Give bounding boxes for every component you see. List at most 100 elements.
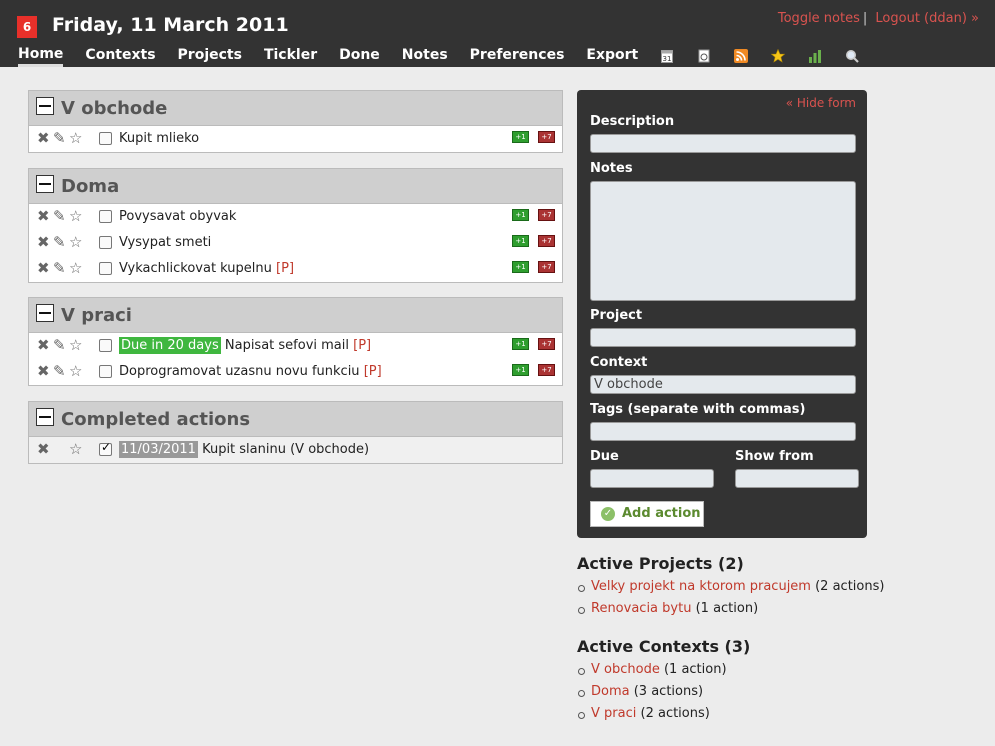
todo-text: Doprogramovat uzasnu novu funkciu xyxy=(119,364,360,379)
edit-icon[interactable]: ✎ xyxy=(53,337,66,353)
delete-icon[interactable]: ✖ xyxy=(37,363,50,379)
calendar-icon[interactable]: 31 xyxy=(660,49,674,63)
due-label: Due xyxy=(590,449,619,464)
complete-checkbox[interactable] xyxy=(99,440,112,456)
hide-form-link[interactable]: « Hide form xyxy=(786,96,856,110)
context-header: Completed actions xyxy=(29,402,562,437)
context-link[interactable]: V praci xyxy=(591,706,636,721)
defer-plus1-button[interactable]: +1 xyxy=(512,131,529,143)
list-item: Renovacia bytu (1 action) xyxy=(577,601,884,623)
complete-checkbox[interactable] xyxy=(99,132,112,145)
context-v-obchode: V obchode ✖ ✎ ☆ Kupit mlieko +1 +7 xyxy=(28,90,563,153)
project-link[interactable]: Velky projekt na ktorom pracujem xyxy=(591,579,811,594)
edit-icon[interactable]: ✎ xyxy=(53,363,66,379)
project-link[interactable]: [P] xyxy=(276,261,294,276)
context-label: Context xyxy=(590,355,648,370)
action-count-badge: 6 xyxy=(17,16,37,38)
defer-plus1-button[interactable]: +1 xyxy=(512,338,529,350)
context-link[interactable]: V obchode xyxy=(591,662,660,677)
complete-checkbox[interactable] xyxy=(99,262,112,275)
description-input[interactable] xyxy=(590,134,856,153)
context-link[interactable]: Doma xyxy=(591,684,630,699)
todo-text: Napisat sefovi mail xyxy=(224,338,349,353)
delete-icon[interactable]: ✖ xyxy=(37,337,50,353)
edit-icon[interactable]: ✎ xyxy=(53,260,66,276)
stats-icon[interactable] xyxy=(808,49,822,63)
row-icons: ✖ ✎ ☆ xyxy=(37,130,87,146)
star-icon[interactable]: ☆ xyxy=(69,260,82,276)
complete-checkbox[interactable] xyxy=(99,339,112,352)
complete-checkbox[interactable] xyxy=(99,236,112,249)
project-link[interactable]: Renovacia bytu xyxy=(591,601,691,616)
due-badge: Due in 20 days xyxy=(119,337,221,354)
delete-icon[interactable]: ✖ xyxy=(37,208,50,224)
collapse-icon[interactable] xyxy=(36,97,54,115)
nav-notes[interactable]: Notes xyxy=(402,47,448,65)
nav-preferences[interactable]: Preferences xyxy=(470,47,565,65)
main-nav: Home Contexts Projects Tickler Done Note… xyxy=(18,46,882,67)
logout-link[interactable]: Logout (ddan) » xyxy=(875,11,979,26)
nav-contexts[interactable]: Contexts xyxy=(85,47,155,65)
star-icon[interactable] xyxy=(770,48,786,63)
nav-export[interactable]: Export xyxy=(586,47,638,65)
collapse-icon[interactable] xyxy=(36,304,54,322)
tags-label: Tags (separate with commas) xyxy=(590,402,806,417)
context-header: V obchode xyxy=(29,91,562,126)
tags-input[interactable] xyxy=(590,422,856,441)
active-projects-title: Active Projects (2) xyxy=(577,554,744,573)
todo-text: Kupit mlieko xyxy=(119,131,200,146)
show-from-input[interactable] xyxy=(735,469,859,488)
project-link[interactable]: [P] xyxy=(364,364,382,379)
delete-icon[interactable]: ✖ xyxy=(37,441,50,457)
rss-icon[interactable] xyxy=(734,49,749,63)
edit-icon[interactable]: ✎ xyxy=(53,208,66,224)
notes-textarea[interactable] xyxy=(590,181,856,301)
project-link[interactable]: [P] xyxy=(353,338,371,353)
defer-plus1-button[interactable]: +1 xyxy=(512,235,529,247)
delete-icon[interactable]: ✖ xyxy=(37,260,50,276)
active-contexts-list: V obchode (1 action) Doma (3 actions) V … xyxy=(577,662,727,728)
star-icon[interactable]: ☆ xyxy=(69,130,82,146)
defer-plus1-button[interactable]: +1 xyxy=(512,261,529,273)
add-action-button[interactable]: ✓ Add action xyxy=(590,501,704,527)
defer-plus7-button[interactable]: +7 xyxy=(538,261,555,273)
toggle-notes-link[interactable]: Toggle notes xyxy=(778,11,860,26)
defer-plus7-button[interactable]: +7 xyxy=(538,209,555,221)
delete-icon[interactable]: ✖ xyxy=(37,234,50,250)
edit-icon[interactable]: ✎ xyxy=(53,234,66,250)
context-v-praci: V praci ✖ ✎ ☆ Due in 20 days Napisat sef… xyxy=(28,297,563,386)
star-icon[interactable]: ☆ xyxy=(69,363,82,379)
collapse-icon[interactable] xyxy=(36,408,54,426)
defer-plus1-button[interactable]: +1 xyxy=(512,364,529,376)
collapse-icon[interactable] xyxy=(36,175,54,193)
edit-icon[interactable]: ✎ xyxy=(53,130,66,146)
defer-plus7-button[interactable]: +7 xyxy=(538,235,555,247)
defer-plus7-button[interactable]: +7 xyxy=(538,131,555,143)
star-icon[interactable]: ☆ xyxy=(69,234,82,250)
delete-icon[interactable]: ✖ xyxy=(37,130,50,146)
completed-date: 11/03/2011 xyxy=(119,441,198,458)
project-input[interactable] xyxy=(590,328,856,347)
nav-tickler[interactable]: Tickler xyxy=(264,47,317,65)
star-icon[interactable]: ☆ xyxy=(69,208,82,224)
action-count: (2 actions) xyxy=(815,579,885,594)
star-icon[interactable]: ☆ xyxy=(69,337,82,353)
nav-done[interactable]: Done xyxy=(339,47,380,65)
row-icons: ✖ ✎ ☆ xyxy=(37,363,87,379)
nav-projects[interactable]: Projects xyxy=(178,47,242,65)
search-icon[interactable] xyxy=(845,49,860,63)
context-title: V obchode xyxy=(61,98,168,119)
defer-plus7-button[interactable]: +7 xyxy=(538,364,555,376)
defer-plus1-button[interactable]: +1 xyxy=(512,209,529,221)
nav-home[interactable]: Home xyxy=(18,46,64,67)
action-count: (1 action) xyxy=(663,662,727,677)
defer-plus7-button[interactable]: +7 xyxy=(538,338,555,350)
print-icon[interactable] xyxy=(697,49,711,63)
completed-actions: Completed actions ✖ ☆ 11/03/2011 Kupit s… xyxy=(28,401,563,464)
due-input[interactable] xyxy=(590,469,714,488)
complete-checkbox[interactable] xyxy=(99,365,112,378)
star-icon[interactable]: ☆ xyxy=(69,441,82,457)
context-input[interactable] xyxy=(590,375,856,394)
complete-checkbox[interactable] xyxy=(99,210,112,223)
svg-text:31: 31 xyxy=(663,55,672,63)
